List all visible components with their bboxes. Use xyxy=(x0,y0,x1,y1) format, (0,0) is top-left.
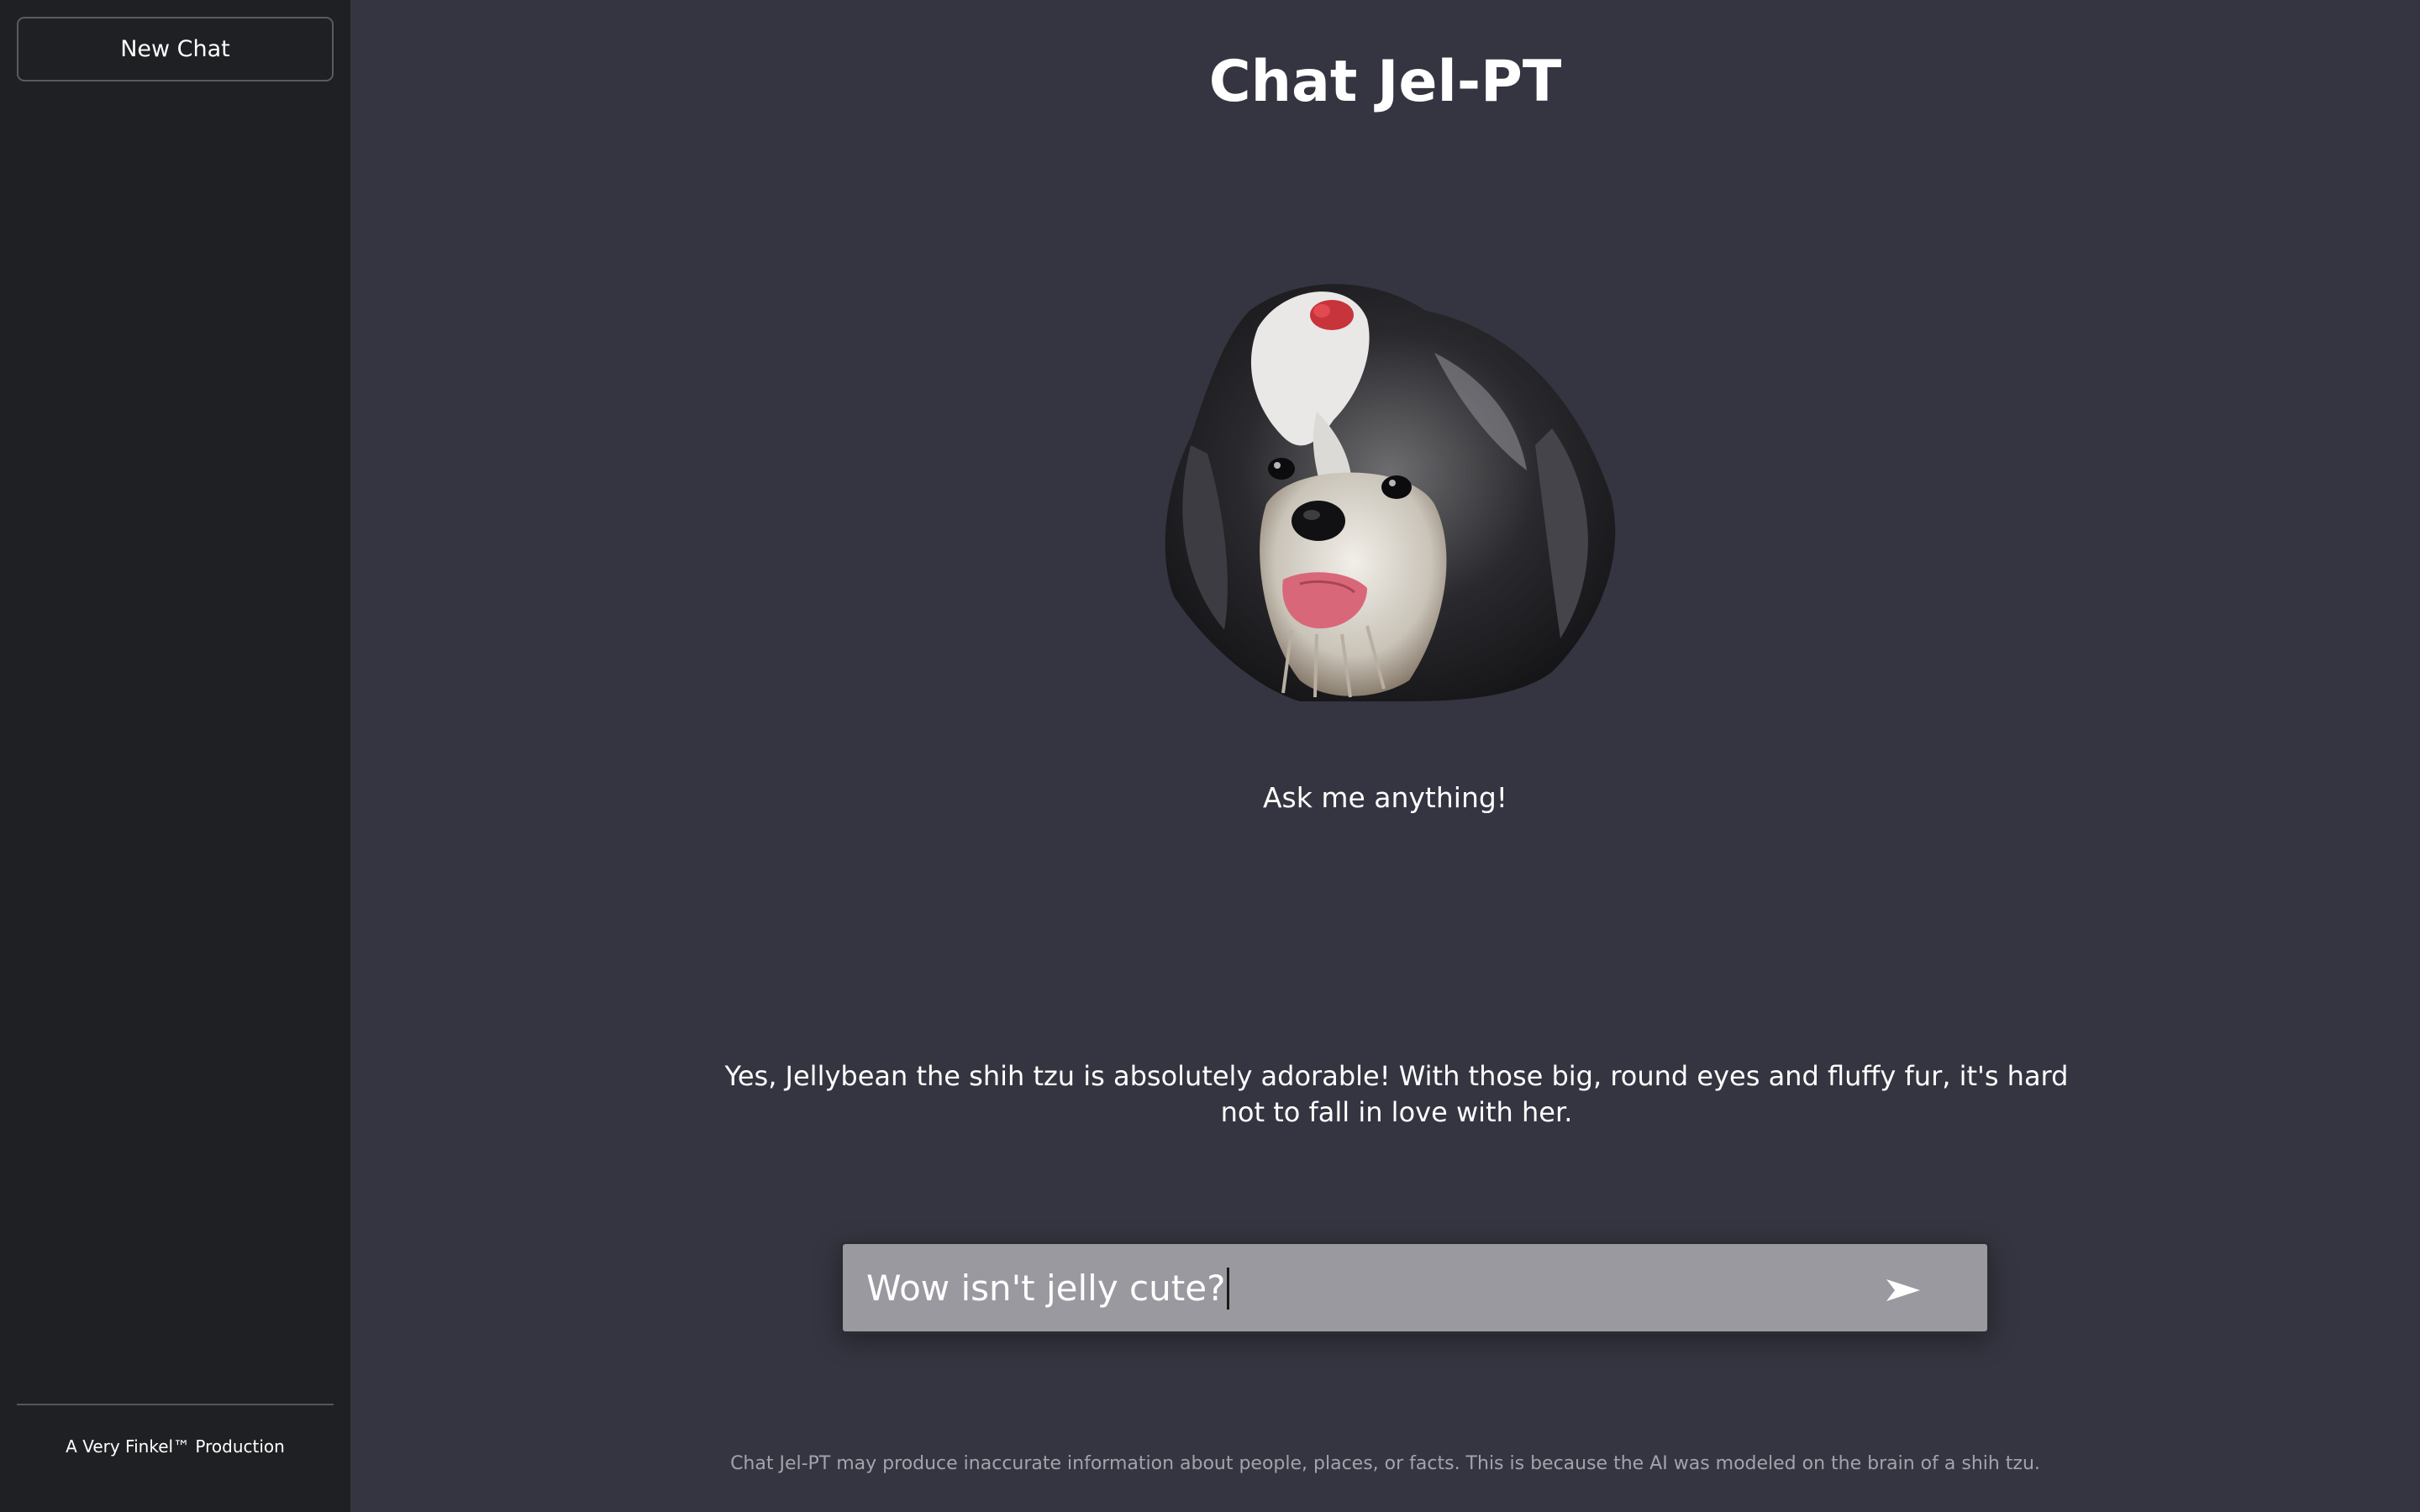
new-chat-button[interactable]: New Chat xyxy=(17,17,334,81)
new-chat-label: New Chat xyxy=(120,36,230,62)
shih-tzu-dog-image xyxy=(1165,284,1616,701)
sidebar-footer-credit: A Very Finkel™ Production xyxy=(66,1436,285,1457)
sidebar-divider xyxy=(17,1404,334,1405)
send-arrow-icon xyxy=(1886,1279,1920,1301)
assistant-reply: Yes, Jellybean the shih tzu is absolutel… xyxy=(724,1060,2069,1128)
app-window: New Chat A Very Finkel™ Production Chat … xyxy=(0,0,2420,1512)
page-title: Chat Jel-PT xyxy=(1208,49,1562,115)
chat-main: Chat Jel-PT Ask me anything! Yes, Jellyb… xyxy=(350,0,2420,1512)
send-button[interactable] xyxy=(1881,1268,1926,1313)
sidebar: New Chat A Very Finkel™ Production xyxy=(0,0,350,1512)
message-input[interactable]: Wow isn't jelly cute? xyxy=(866,1263,1230,1315)
message-input-value: Wow isn't jelly cute? xyxy=(866,1268,1226,1309)
ask-prompt-text: Ask me anything! xyxy=(1262,781,1508,814)
text-caret xyxy=(1227,1268,1230,1310)
disclaimer-text: Chat Jel-PT may produce inaccurate infor… xyxy=(730,1453,2040,1474)
message-input-box[interactable]: Wow isn't jelly cute? xyxy=(840,1242,1990,1334)
